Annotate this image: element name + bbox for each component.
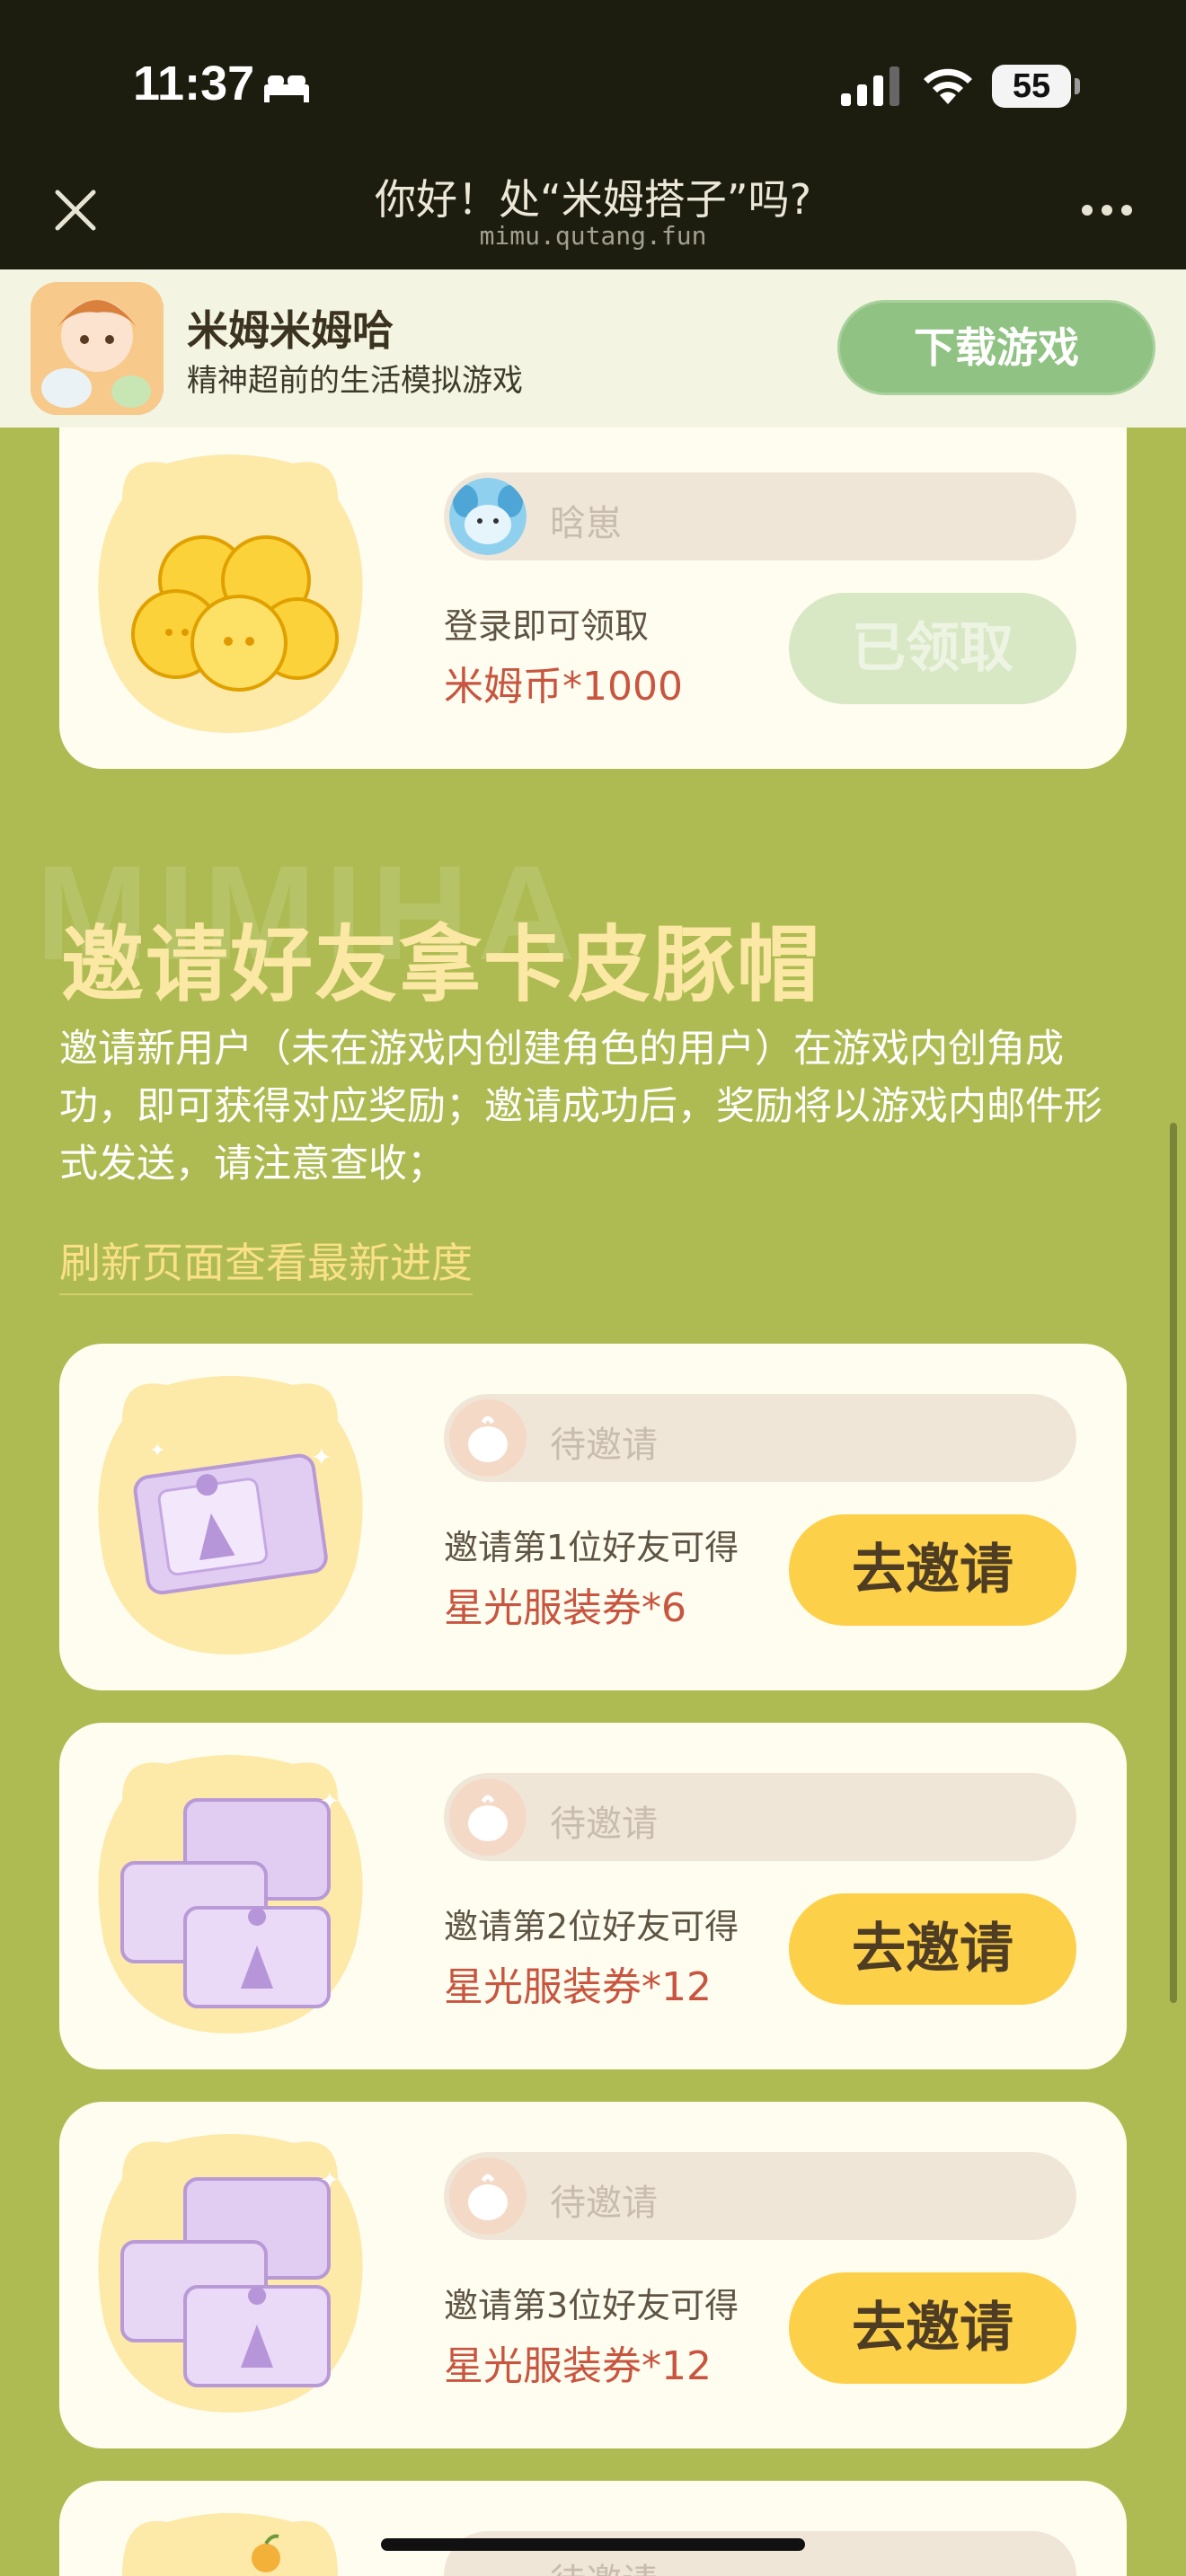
invite-button[interactable]: 去邀请 [789, 1893, 1076, 2005]
invite-status: 待邀请 [550, 2183, 658, 2224]
download-game-button[interactable]: 下载游戏 [837, 300, 1155, 395]
cellular-signal-icon [841, 66, 899, 106]
home-indicator[interactable] [381, 2538, 805, 2551]
svg-text:✦: ✦ [320, 1788, 340, 1815]
reward-value: 星光服装券*6 [444, 1585, 686, 1631]
reward-value: 米姆币*1000 [444, 664, 683, 710]
reward-label: 邀请第1位好友可得 [444, 1528, 739, 1567]
invite-status: 待邀请 [550, 1425, 658, 1466]
status-time: 11:37 [133, 57, 255, 110]
app-download-banner: 米姆米姆哈 精神超前的生活模拟游戏 下载游戏 [0, 269, 1186, 428]
star-outfit-ticket-icon: ✦ ✦ [98, 1376, 363, 1654]
reward-value: 星光服装券*12 [444, 1964, 712, 2010]
invite-card-3: ✦ 待邀请 邀请第3位好友可得 星光服装券*12 去邀请 [59, 2102, 1127, 2448]
svg-text:✦: ✦ [320, 2167, 340, 2194]
refresh-progress-link[interactable]: 刷新页面查看最新进度 [59, 1231, 473, 1295]
placeholder-avatar-icon [449, 2157, 527, 2235]
battery-indicator: 55 [992, 65, 1080, 108]
wifi-icon [924, 68, 972, 104]
svg-text:✦: ✦ [311, 1442, 332, 1472]
login-reward-card: 晗崽 登录即可领取 米姆币*1000 已领取 [59, 422, 1127, 769]
reward-label: 邀请第2位好友可得 [444, 1907, 739, 1946]
invite-status: 待邀请 [550, 1804, 658, 1845]
browser-top-bar: 11:37 55 你好！处“米姆搭子”吗? mimu.qutang.fun [0, 0, 1186, 269]
invite-status: 待邀请 [550, 2553, 658, 2576]
mimu-coins-icon [98, 454, 363, 733]
star-outfit-tickets-icon: ✦ [98, 1755, 363, 2033]
reward-label: 登录即可领取 [444, 606, 650, 646]
invite-button[interactable]: 去邀请 [789, 2272, 1076, 2384]
placeholder-avatar-icon [449, 1399, 527, 1477]
invite-status-pill: 待邀请 [444, 1394, 1076, 1482]
page-url: mimu.qutang.fun [479, 221, 707, 251]
more-options-icon[interactable] [1082, 205, 1136, 217]
reward-label: 邀请第3位好友可得 [444, 2286, 739, 2325]
claimed-button[interactable]: 已领取 [789, 593, 1076, 704]
svg-text:✦: ✦ [149, 1440, 165, 1462]
invite-button[interactable]: 去邀请 [789, 1514, 1076, 1626]
invite-card-4: 待邀请 [59, 2481, 1127, 2576]
star-outfit-tickets-icon: ✦ [98, 2134, 363, 2413]
user-pill: 晗崽 [444, 472, 1076, 560]
sleep-focus-icon [264, 75, 309, 102]
invite-status-pill: 待邀请 [444, 2152, 1076, 2240]
placeholder-avatar-icon [449, 1778, 527, 1856]
reward-art-icon [122, 2513, 338, 2576]
user-avatar [449, 478, 527, 555]
invite-section-description: 邀请新用户（未在游戏内创建角色的用户）在游戏内创角成功，即可获得对应奖励；邀请成… [59, 1027, 1102, 1187]
user-name: 晗崽 [550, 503, 622, 544]
invite-card-2: ✦ 待邀请 邀请第2位好友可得 星光服装券*12 去邀请 [59, 1723, 1127, 2069]
app-name: 米姆米姆哈 [187, 306, 394, 355]
invite-status-pill: 待邀请 [444, 1773, 1076, 1861]
invite-card-1: ✦ ✦ 待邀请 邀请第1位好友可得 星光服装券*6 去邀请 [59, 1344, 1127, 1690]
invite-section-title: 邀请好友拿卡皮豚帽 [61, 917, 822, 1013]
app-description: 精神超前的生活模拟游戏 [187, 363, 523, 399]
page-title: 你好！处“米姆搭子”吗? [374, 175, 812, 224]
scrollbar[interactable] [1170, 1123, 1177, 2003]
app-icon [31, 282, 164, 415]
reward-value: 星光服装券*12 [444, 2343, 712, 2389]
